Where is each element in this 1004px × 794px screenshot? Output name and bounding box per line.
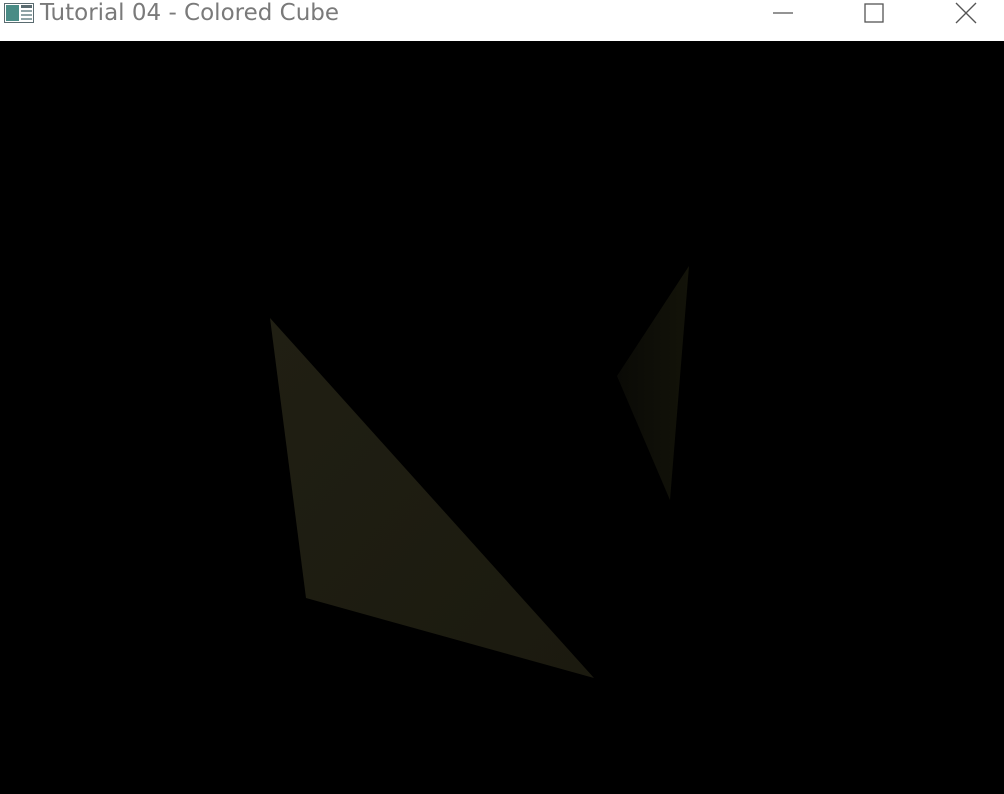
- close-button[interactable]: [943, 0, 989, 26]
- maximize-button[interactable]: [851, 0, 897, 26]
- cube-face-small: [617, 266, 689, 500]
- minimize-icon: [772, 2, 794, 24]
- cube-scene: [270, 266, 689, 678]
- close-icon: [955, 2, 977, 24]
- title-bar[interactable]: Tutorial 04 - Colored Cube: [0, 0, 1004, 41]
- minimize-button[interactable]: [760, 0, 806, 26]
- app-window: Tutorial 04 - Colored Cube: [0, 0, 1004, 794]
- app-window-icon[interactable]: [4, 3, 34, 23]
- render-viewport[interactable]: [0, 41, 1004, 794]
- maximize-icon: [863, 2, 885, 24]
- cube-face-large: [270, 318, 594, 678]
- window-title: Tutorial 04 - Colored Cube: [40, 0, 340, 26]
